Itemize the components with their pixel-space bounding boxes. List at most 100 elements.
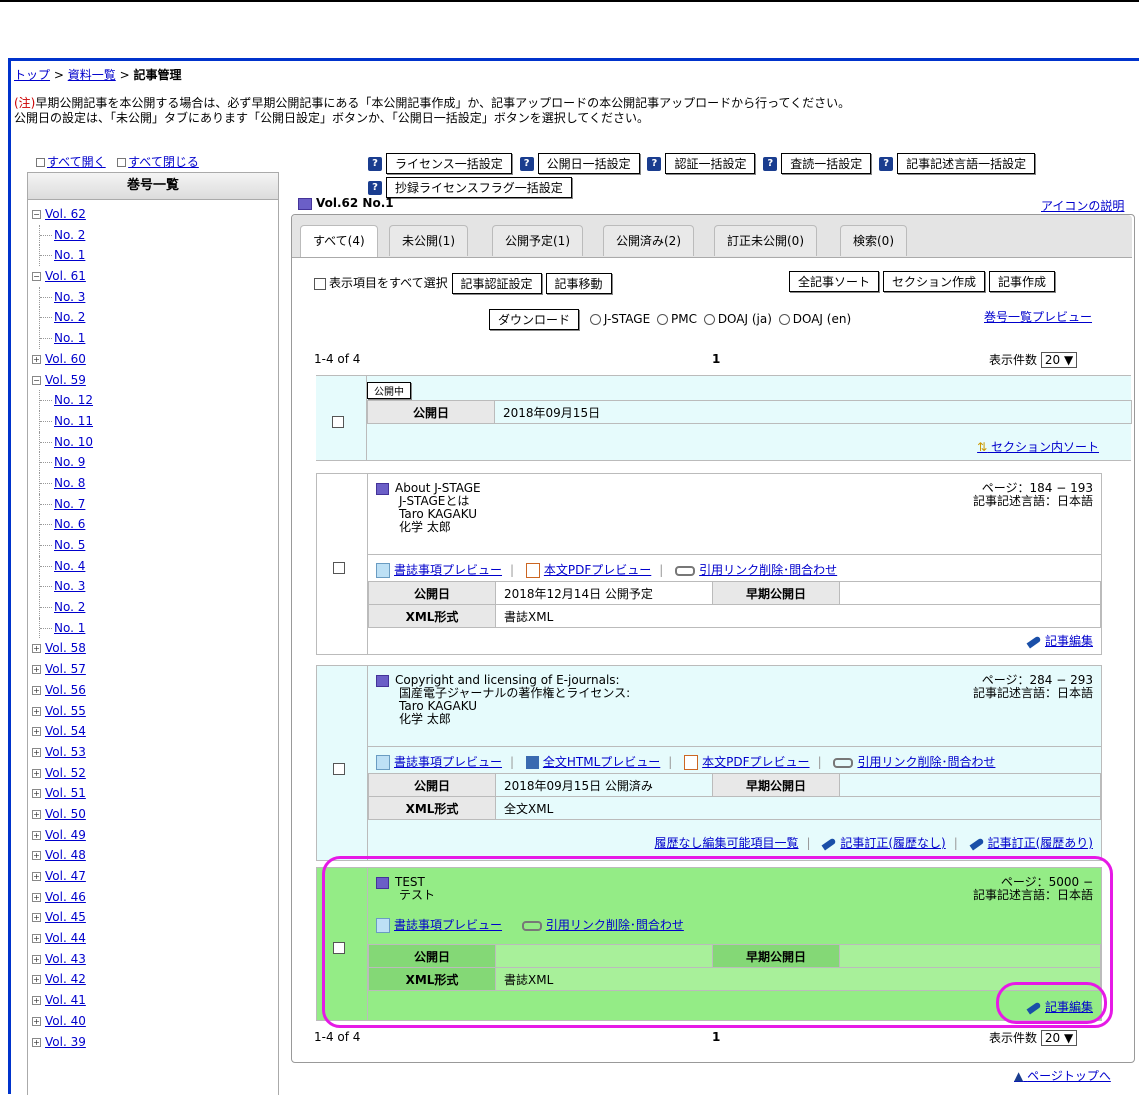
breadcrumb-list[interactable]: 資料一覧 bbox=[68, 68, 116, 82]
expand-icon[interactable]: + bbox=[32, 644, 41, 654]
pager-page-bottom[interactable]: 1 bbox=[712, 1030, 720, 1044]
help-icon[interactable]: ? bbox=[368, 180, 382, 195]
article-checkbox[interactable] bbox=[333, 763, 345, 775]
article-checkbox[interactable] bbox=[333, 562, 345, 574]
sidebar-link[interactable]: Vol. 55 bbox=[45, 704, 86, 718]
tab-all[interactable]: すべて(4) bbox=[300, 225, 378, 257]
sidebar-link[interactable]: Vol. 50 bbox=[45, 807, 86, 821]
per-page-select[interactable]: 20 ▼ bbox=[1040, 1030, 1078, 1046]
expand-icon[interactable]: + bbox=[32, 789, 41, 799]
breadcrumb-top[interactable]: トップ bbox=[14, 68, 50, 82]
sidebar-link[interactable]: Vol. 45 bbox=[45, 910, 86, 924]
expand-icon[interactable]: + bbox=[32, 768, 41, 778]
expand-icon[interactable]: + bbox=[32, 727, 41, 737]
help-icon[interactable]: ? bbox=[879, 156, 894, 171]
help-icon[interactable]: ? bbox=[519, 156, 534, 171]
download-button[interactable]: ダウンロード bbox=[489, 309, 580, 330]
sidebar-link[interactable]: Vol. 58 bbox=[45, 641, 86, 655]
sidebar-link[interactable]: No. 11 bbox=[54, 414, 93, 428]
per-page-select[interactable]: 20 ▼ bbox=[1040, 352, 1078, 368]
expand-icon[interactable]: + bbox=[32, 872, 41, 881]
radio-doaj-ja[interactable] bbox=[703, 314, 715, 325]
sidebar-link[interactable]: Vol. 48 bbox=[45, 848, 86, 862]
expand-icon[interactable]: + bbox=[32, 685, 41, 695]
expand-icon[interactable]: + bbox=[32, 934, 41, 944]
sidebar-link[interactable]: No. 10 bbox=[54, 435, 93, 449]
sidebar-link[interactable]: Vol. 46 bbox=[45, 890, 86, 904]
expand-icon[interactable]: + bbox=[32, 975, 41, 985]
auth-setting-button[interactable]: 記事認証設定 bbox=[451, 273, 542, 294]
close-all-link[interactable]: すべて閉じる bbox=[128, 155, 199, 169]
select-all-checkbox[interactable] bbox=[314, 277, 326, 290]
bulk-abstract-license-button[interactable]: 抄録ライセンスフラグ一括設定 bbox=[386, 177, 572, 198]
radio-doaj-en[interactable] bbox=[778, 314, 790, 325]
correct-history-link[interactable]: 記事訂正(履歴あり) bbox=[969, 836, 1093, 850]
expand-icon[interactable]: + bbox=[32, 747, 41, 757]
sidebar-link[interactable]: Vol. 56 bbox=[45, 683, 86, 697]
expand-icon[interactable]: + bbox=[32, 354, 41, 364]
expand-icon[interactable]: + bbox=[32, 996, 41, 1006]
page-top-link[interactable]: ▲ ページトップへ bbox=[1014, 1067, 1111, 1084]
sidebar-link[interactable]: Vol. 43 bbox=[45, 952, 86, 966]
expand-icon[interactable]: + bbox=[32, 706, 41, 716]
sidebar-link[interactable]: No. 4 bbox=[54, 559, 85, 573]
sidebar-link[interactable]: Vol. 62 bbox=[45, 207, 86, 221]
expand-icon[interactable]: + bbox=[32, 1037, 41, 1047]
tab-search[interactable]: 検索(0) bbox=[840, 225, 907, 256]
sidebar-link[interactable]: Vol. 42 bbox=[45, 972, 86, 986]
create-article-button[interactable]: 記事作成 bbox=[989, 271, 1056, 292]
create-section-button[interactable]: セクション作成 bbox=[883, 271, 986, 292]
volume-list-preview-link[interactable]: 巻号一覧プレビュー bbox=[984, 308, 1092, 325]
collapse-icon[interactable]: − bbox=[32, 375, 41, 385]
sidebar-link[interactable]: Vol. 44 bbox=[45, 931, 86, 945]
help-icon[interactable]: ? bbox=[763, 156, 778, 171]
correct-no-history-link[interactable]: 記事訂正(履歴なし) bbox=[821, 836, 946, 850]
sidebar-link[interactable]: No. 2 bbox=[54, 600, 85, 614]
bulk-license-button[interactable]: ライセンス一括設定 bbox=[386, 153, 512, 174]
sidebar-link[interactable]: No. 5 bbox=[54, 538, 85, 552]
biblio-preview-link[interactable]: 書誌事項プレビュー bbox=[394, 563, 502, 577]
expand-icon[interactable]: + bbox=[32, 809, 41, 819]
sidebar-link[interactable]: Vol. 60 bbox=[45, 352, 86, 366]
tab-published[interactable]: 公開済み(2) bbox=[603, 225, 694, 256]
help-icon[interactable]: ? bbox=[647, 156, 662, 171]
sidebar-link[interactable]: Vol. 39 bbox=[45, 1035, 86, 1049]
sidebar-link[interactable]: No. 3 bbox=[54, 290, 85, 304]
sidebar-link[interactable]: No. 1 bbox=[54, 621, 85, 635]
sidebar-link[interactable]: Vol. 41 bbox=[45, 993, 86, 1007]
html-preview-link[interactable]: 全文HTMLプレビュー bbox=[543, 755, 660, 769]
sidebar-link[interactable]: Vol. 40 bbox=[45, 1014, 86, 1028]
sidebar-link[interactable]: No. 1 bbox=[54, 331, 85, 345]
sidebar-link[interactable]: No. 6 bbox=[54, 517, 85, 531]
sidebar-link[interactable]: No. 3 bbox=[54, 579, 85, 593]
tab-correction[interactable]: 訂正未公開(0) bbox=[714, 225, 817, 256]
pdf-preview-link[interactable]: 本文PDFプレビュー bbox=[702, 755, 809, 769]
bulk-lang-button[interactable]: 記事記述言語一括設定 bbox=[897, 153, 1036, 174]
sidebar-link[interactable]: Vol. 59 bbox=[45, 373, 86, 387]
sidebar-link[interactable]: No. 7 bbox=[54, 497, 85, 511]
collapse-icon[interactable]: − bbox=[32, 272, 41, 282]
open-all-link[interactable]: すべて開く bbox=[47, 155, 106, 169]
sort-all-button[interactable]: 全記事ソート bbox=[789, 271, 880, 292]
sidebar-link[interactable]: No. 9 bbox=[54, 455, 85, 469]
radio-jstage[interactable] bbox=[589, 314, 601, 325]
expand-icon[interactable]: + bbox=[32, 830, 41, 840]
sidebar-link[interactable]: Vol. 52 bbox=[45, 766, 86, 780]
editable-list-link[interactable]: 履歴なし編集可能項目一覧 bbox=[654, 836, 798, 850]
expand-icon[interactable]: + bbox=[32, 1016, 41, 1026]
section-checkbox[interactable] bbox=[332, 416, 344, 428]
expand-icon[interactable]: + bbox=[32, 665, 41, 675]
pager-page[interactable]: 1 bbox=[712, 352, 720, 366]
tab-scheduled[interactable]: 公開予定(1) bbox=[492, 225, 583, 256]
sidebar-link[interactable]: No. 2 bbox=[54, 228, 85, 242]
sidebar-link[interactable]: Vol. 54 bbox=[45, 724, 86, 738]
sidebar-link[interactable]: Vol. 49 bbox=[45, 828, 86, 842]
bulk-pubdate-button[interactable]: 公開日一括設定 bbox=[537, 153, 640, 174]
expand-icon[interactable]: + bbox=[32, 913, 41, 923]
icon-legend-link[interactable]: アイコンの説明 bbox=[1041, 197, 1124, 214]
tab-unpublished[interactable]: 未公開(1) bbox=[389, 225, 468, 256]
biblio-preview-link[interactable]: 書誌事項プレビュー bbox=[394, 755, 502, 769]
sidebar-link[interactable]: Vol. 57 bbox=[45, 662, 86, 676]
sidebar-link[interactable]: No. 8 bbox=[54, 476, 85, 490]
pdf-preview-link[interactable]: 本文PDFプレビュー bbox=[544, 563, 651, 577]
